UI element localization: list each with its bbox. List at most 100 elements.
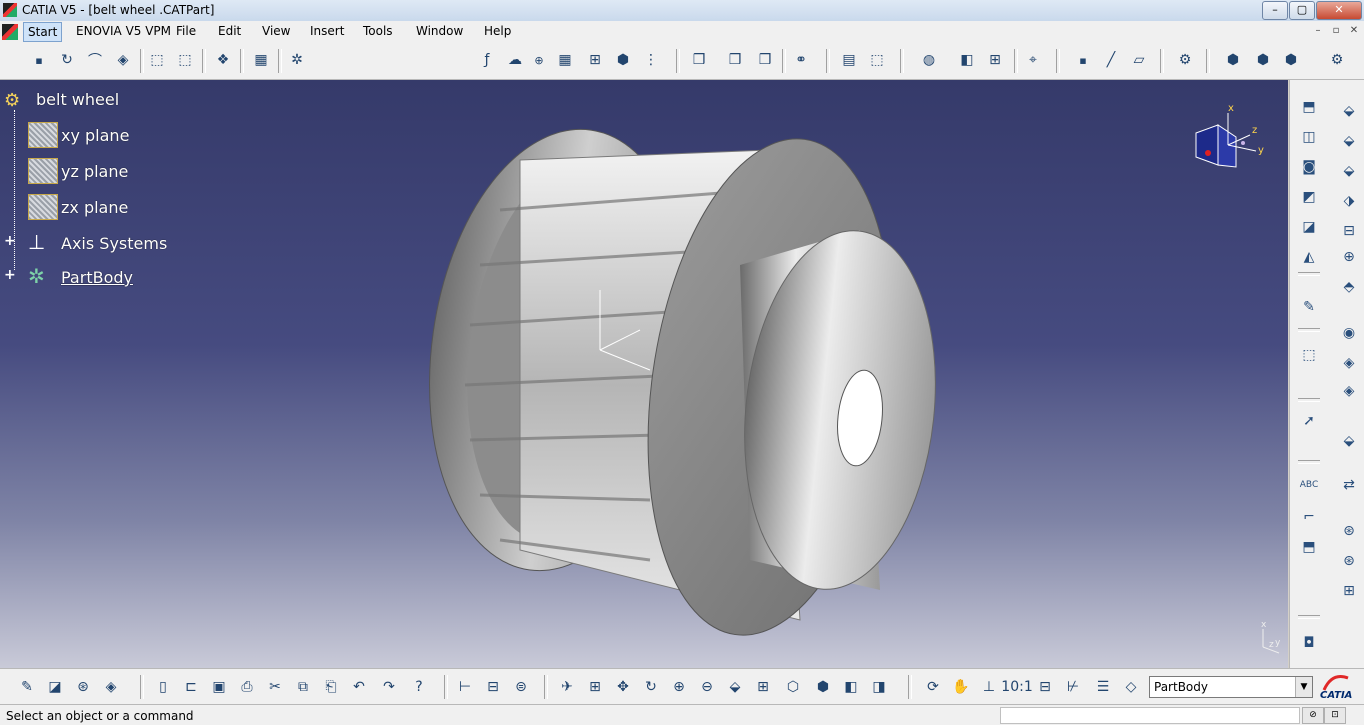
thread-icon[interactable]: ⊟ bbox=[1338, 220, 1360, 242]
catalog-browser-icon[interactable]: ⊟ bbox=[1034, 676, 1056, 698]
open-file-icon[interactable]: ⊏ bbox=[180, 676, 202, 698]
instantiate-icon[interactable]: ❒ bbox=[688, 49, 710, 71]
measure-icon[interactable]: ⚭ bbox=[790, 49, 812, 71]
cut-icon[interactable]: ✂ bbox=[264, 676, 286, 698]
isometric-view-icon[interactable]: ⬡ bbox=[782, 676, 804, 698]
fill-surface-icon[interactable]: ◈ bbox=[112, 49, 134, 71]
menu-start[interactable]: Start bbox=[23, 22, 63, 42]
power-input-icon[interactable]: ⊡ bbox=[1324, 707, 1346, 724]
axis-icon[interactable]: ⊥ bbox=[978, 676, 1000, 698]
surface-icon[interactable]: ⊛ bbox=[72, 676, 94, 698]
select-icon[interactable]: ▦ bbox=[250, 49, 272, 71]
sketch-icon[interactable]: ✎ bbox=[16, 676, 38, 698]
boolean-operations-icon[interactable]: ❖ bbox=[212, 49, 234, 71]
spline-icon[interactable]: ↻ bbox=[56, 49, 78, 71]
multi-section-icon[interactable]: ◧ bbox=[956, 49, 978, 71]
shading-icon[interactable]: ⬢ bbox=[812, 676, 834, 698]
rotate-icon[interactable]: ↻ bbox=[640, 676, 662, 698]
manipulate-icon[interactable]: ✋ bbox=[950, 676, 972, 698]
scale-ratio-icon[interactable]: 10:1 bbox=[1001, 676, 1032, 698]
print-icon[interactable]: ⎙ bbox=[236, 676, 258, 698]
geometrical-set-icon[interactable]: ⬢ bbox=[1280, 49, 1302, 71]
reference-element-icon[interactable]: ⇄ bbox=[1338, 474, 1360, 496]
flag-note-icon[interactable]: ⌐ bbox=[1298, 506, 1320, 528]
deactivate-icon[interactable]: ⊬ bbox=[1062, 676, 1084, 698]
pocket-icon[interactable]: ◫ bbox=[1298, 126, 1320, 148]
menu-file[interactable]: File bbox=[176, 24, 196, 38]
fly-mode-icon[interactable]: ✈ bbox=[556, 676, 578, 698]
select-arrow-icon[interactable]: ➚ bbox=[1298, 410, 1320, 432]
paste-icon[interactable]: ⎗ bbox=[320, 676, 342, 698]
define-in-work-object-icon[interactable]: ⬚ bbox=[866, 49, 888, 71]
fit-all-in-icon[interactable]: ⊞ bbox=[584, 676, 606, 698]
chevron-down-icon[interactable]: ▼ bbox=[1295, 677, 1312, 697]
whats-this-icon[interactable]: ? bbox=[408, 676, 430, 698]
line-icon[interactable]: ╱ bbox=[1100, 49, 1122, 71]
formula-icon[interactable]: ƒ bbox=[476, 49, 498, 71]
current-body-select[interactable]: PartBody ▼ bbox=[1149, 676, 1313, 698]
list-icon[interactable]: ☰ bbox=[1092, 676, 1114, 698]
belt-wheel-model[interactable] bbox=[0, 80, 1288, 668]
plane-tool-icon[interactable]: ▱ bbox=[1128, 49, 1150, 71]
camera-icon[interactable]: ◘ bbox=[1298, 632, 1320, 654]
undo-icon[interactable]: ↶ bbox=[348, 676, 370, 698]
redo-icon[interactable]: ↷ bbox=[378, 676, 400, 698]
shell-icon[interactable]: ⬙ bbox=[1338, 160, 1360, 182]
menu-help[interactable]: Help bbox=[484, 24, 511, 38]
cylinder-icon[interactable]: ◉ bbox=[1338, 322, 1360, 344]
expand-icon[interactable]: + bbox=[4, 234, 16, 248]
save-icon[interactable]: ▣ bbox=[208, 676, 230, 698]
swap-visible-space-icon[interactable]: ⬚ bbox=[174, 49, 196, 71]
close-button[interactable]: ✕ bbox=[1316, 1, 1362, 20]
tree-item-label[interactable]: Axis Systems bbox=[61, 234, 167, 253]
text-annotation-icon[interactable]: ABC bbox=[1298, 474, 1320, 496]
power-copy-icon[interactable]: ❒ bbox=[754, 49, 776, 71]
draft-icon[interactable]: ⬙ bbox=[1338, 130, 1360, 152]
normal-view-icon[interactable]: ⬙ bbox=[724, 676, 746, 698]
apply-material-icon[interactable]: ⬙ bbox=[1338, 430, 1360, 452]
zoom-out-icon[interactable]: ⊖ bbox=[696, 676, 718, 698]
workbench-switch-icon[interactable]: ◈ bbox=[100, 676, 122, 698]
tree-item-label[interactable]: yz plane bbox=[61, 162, 128, 181]
tools-palette-icon[interactable]: ⊞ bbox=[1338, 580, 1360, 602]
scan-icon[interactable]: ▤ bbox=[838, 49, 860, 71]
copy-icon[interactable]: ⧉ bbox=[292, 676, 314, 698]
mdi-minimize-button[interactable]: – bbox=[1310, 24, 1326, 38]
draft-analysis-icon[interactable]: ⊛ bbox=[1338, 550, 1360, 572]
sketcher-icon[interactable]: ✎ bbox=[1298, 296, 1320, 318]
design-table-icon[interactable]: ▦ bbox=[554, 49, 576, 71]
expand-icon[interactable]: + bbox=[4, 268, 16, 282]
options-gear-icon[interactable]: ⚙ bbox=[1174, 49, 1196, 71]
remove-face-icon[interactable]: ⬘ bbox=[1338, 276, 1360, 298]
workbench-icon[interactable]: ⚙ bbox=[1326, 49, 1348, 71]
tree-root-label[interactable]: belt wheel bbox=[36, 90, 119, 109]
document-icon[interactable] bbox=[2, 24, 18, 40]
pad-icon[interactable]: ⬒ bbox=[1298, 96, 1320, 118]
new-file-icon[interactable]: ▯ bbox=[152, 676, 174, 698]
groove-icon[interactable]: ◪ bbox=[1298, 216, 1320, 238]
lock-icon[interactable]: ⊕ bbox=[528, 49, 550, 71]
analysis-icon[interactable]: ⬒ bbox=[1298, 536, 1320, 558]
thickness-icon[interactable]: ⬗ bbox=[1338, 190, 1360, 212]
compass-widget[interactable]: x y z bbox=[1188, 105, 1268, 185]
constraint-icon[interactable]: ⊛ bbox=[1338, 520, 1360, 542]
update-icon[interactable]: ⟳ bbox=[922, 676, 944, 698]
menu-insert[interactable]: Insert bbox=[310, 24, 344, 38]
menu-enovia[interactable]: ENOVIA V5 VPM bbox=[76, 24, 171, 38]
split-icon[interactable]: ◈ bbox=[1338, 352, 1360, 374]
hole-icon[interactable]: ◙ bbox=[1298, 156, 1320, 178]
part-design-icon[interactable]: ⬢ bbox=[612, 49, 634, 71]
tree-item-label[interactable]: xy plane bbox=[61, 126, 129, 145]
pan-icon[interactable]: ✥ bbox=[612, 676, 634, 698]
rib-icon[interactable]: ◍ bbox=[918, 49, 940, 71]
hide-show-view-icon[interactable]: ◧ bbox=[840, 676, 862, 698]
menu-edit[interactable]: Edit bbox=[218, 24, 241, 38]
3d-viewport[interactable]: ⚙ belt wheel xy plane yz plane zx plane … bbox=[0, 80, 1288, 668]
transformation-icon[interactable]: ⬚ bbox=[1298, 344, 1320, 366]
parameters-icon[interactable]: ⋮ bbox=[640, 49, 662, 71]
minimize-button[interactable]: – bbox=[1262, 1, 1288, 20]
target-icon[interactable]: ⊕ bbox=[1338, 246, 1360, 268]
snap-to-point-icon[interactable]: ✲ bbox=[286, 49, 308, 71]
menu-view[interactable]: View bbox=[262, 24, 290, 38]
axis-constraint-icon[interactable]: ⌖ bbox=[1022, 49, 1044, 71]
